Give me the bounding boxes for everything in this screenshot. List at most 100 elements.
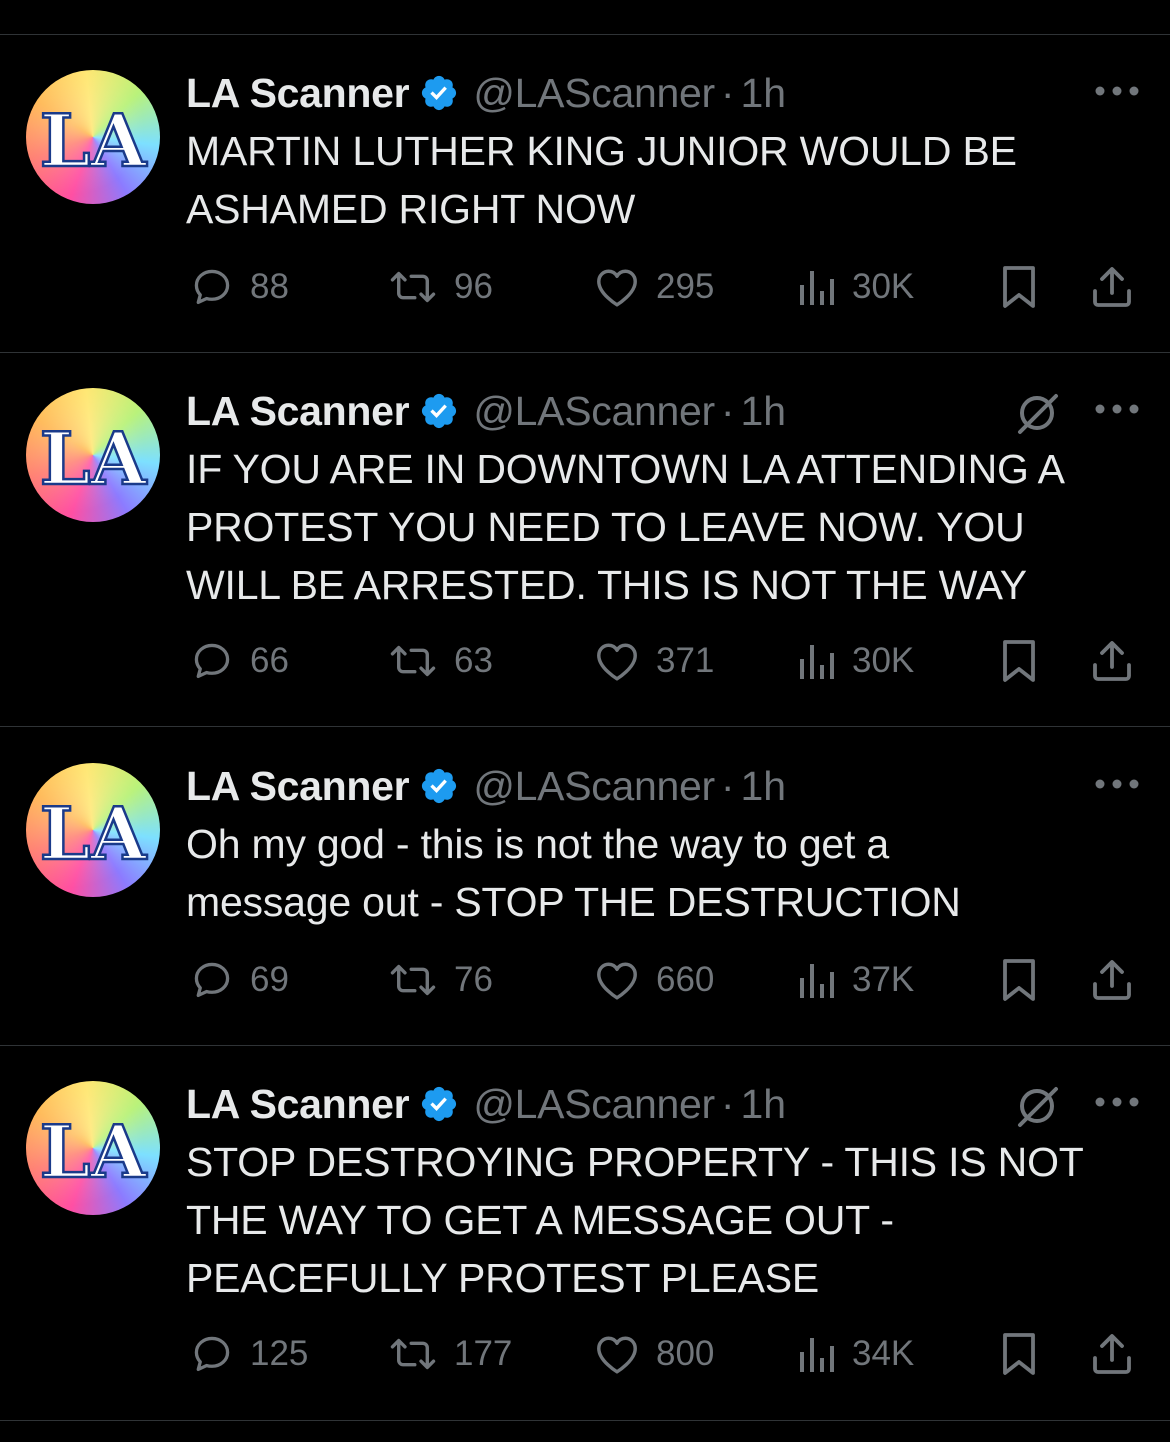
tweet-header: LA Scanner @LAScanner · 1h bbox=[186, 388, 786, 434]
views-button[interactable]: 30K bbox=[796, 262, 914, 312]
bookmark-icon bbox=[1003, 959, 1035, 1001]
like-button[interactable]: 800 bbox=[594, 1329, 714, 1379]
separator: · bbox=[720, 762, 735, 809]
bookmark-button[interactable] bbox=[1000, 955, 1038, 1005]
reply-button[interactable]: 66 bbox=[190, 636, 289, 686]
la-logo-icon: LA bbox=[39, 790, 149, 878]
svg-text:LA: LA bbox=[40, 416, 148, 501]
user-handle[interactable]: @LAScanner bbox=[473, 763, 715, 810]
reply-button[interactable]: 88 bbox=[190, 262, 289, 312]
user-handle[interactable]: @LAScanner bbox=[473, 1081, 715, 1128]
display-name[interactable]: LA Scanner bbox=[186, 1081, 410, 1128]
reply-button[interactable]: 69 bbox=[190, 955, 289, 1005]
heart-icon bbox=[597, 643, 637, 681]
grok-icon[interactable] bbox=[1012, 1081, 1062, 1131]
svg-text:LA: LA bbox=[40, 98, 148, 183]
tweet[interactable]: LA LA Scanner @LAScanner · 1h Oh my god … bbox=[0, 763, 1170, 1045]
heart-icon bbox=[597, 1336, 637, 1374]
verified-badge-icon bbox=[422, 768, 457, 804]
la-logo-icon: LA bbox=[39, 97, 149, 185]
like-count: 660 bbox=[656, 960, 715, 999]
share-icon bbox=[1093, 641, 1131, 681]
more-options-icon[interactable] bbox=[1094, 777, 1140, 791]
heart-icon bbox=[597, 269, 637, 307]
retweet-icon bbox=[390, 271, 436, 303]
reply-button[interactable]: 125 bbox=[190, 1329, 308, 1379]
display-name[interactable]: LA Scanner bbox=[186, 388, 410, 435]
verified-badge-icon bbox=[422, 75, 457, 111]
retweet-button[interactable]: 76 bbox=[388, 955, 493, 1005]
svg-text:LA: LA bbox=[40, 791, 148, 876]
divider bbox=[0, 726, 1170, 727]
more-options-icon[interactable] bbox=[1094, 402, 1140, 416]
separator: · bbox=[720, 387, 735, 434]
timestamp[interactable]: 1h bbox=[740, 763, 786, 810]
bookmark-icon bbox=[1003, 266, 1035, 308]
action-bar: 66 63 371 30K bbox=[186, 636, 1146, 686]
tweet-text: STOP DESTROYING PROPERTY - THIS IS NOT T… bbox=[186, 1139, 1084, 1301]
heart-icon bbox=[597, 962, 637, 1000]
bookmark-icon bbox=[1003, 1333, 1035, 1375]
user-handle[interactable]: @LAScanner bbox=[473, 70, 715, 117]
timeline-feed: LA LA Scanner @LAScanner · 1h MARTIN LUT… bbox=[0, 0, 1170, 1442]
timestamp[interactable]: 1h bbox=[740, 1081, 786, 1128]
reply-count: 69 bbox=[250, 960, 289, 999]
like-button[interactable]: 371 bbox=[594, 636, 714, 686]
more-options-icon[interactable] bbox=[1094, 84, 1140, 98]
bookmark-button[interactable] bbox=[1000, 1329, 1038, 1379]
divider bbox=[0, 34, 1170, 35]
reply-count: 88 bbox=[250, 267, 289, 306]
tweet-header: LA Scanner @LAScanner · 1h bbox=[186, 70, 786, 116]
user-handle[interactable]: @LAScanner bbox=[473, 388, 715, 435]
verified-badge-icon bbox=[422, 1086, 457, 1122]
reply-icon bbox=[194, 962, 230, 998]
avatar[interactable]: LA bbox=[26, 763, 160, 897]
display-name[interactable]: LA Scanner bbox=[186, 763, 410, 810]
bookmark-button[interactable] bbox=[1000, 636, 1038, 686]
reply-icon bbox=[194, 269, 230, 305]
view-count: 37K bbox=[852, 960, 915, 999]
like-button[interactable]: 660 bbox=[594, 955, 714, 1005]
timestamp[interactable]: 1h bbox=[740, 70, 786, 117]
action-bar: 88 96 295 30K bbox=[186, 262, 1146, 312]
share-icon bbox=[1093, 960, 1131, 1000]
bookmark-button[interactable] bbox=[1000, 262, 1038, 312]
share-button[interactable] bbox=[1090, 955, 1134, 1005]
like-button[interactable]: 295 bbox=[594, 262, 714, 312]
retweet-button[interactable]: 96 bbox=[388, 262, 493, 312]
avatar[interactable]: LA bbox=[26, 70, 160, 204]
views-icon bbox=[800, 645, 834, 679]
retweet-count: 76 bbox=[454, 960, 493, 999]
avatar[interactable]: LA bbox=[26, 388, 160, 522]
tweet[interactable]: LA LA Scanner @LAScanner · 1h STOP DESTR… bbox=[0, 1081, 1170, 1421]
reply-count: 66 bbox=[250, 641, 289, 680]
separator: · bbox=[720, 1080, 735, 1127]
tweet[interactable]: LA LA Scanner @LAScanner · 1h MARTIN LUT… bbox=[0, 70, 1170, 352]
views-icon bbox=[800, 271, 834, 305]
views-button[interactable]: 34K bbox=[796, 1329, 914, 1379]
views-button[interactable]: 30K bbox=[796, 636, 914, 686]
more-options-icon[interactable] bbox=[1094, 1095, 1140, 1109]
view-count: 30K bbox=[852, 267, 915, 306]
action-bar: 125 177 800 34K bbox=[186, 1329, 1146, 1379]
grok-icon[interactable] bbox=[1012, 388, 1062, 438]
like-count: 800 bbox=[656, 1334, 715, 1373]
views-button[interactable]: 37K bbox=[796, 955, 914, 1005]
share-icon bbox=[1093, 267, 1131, 307]
divider bbox=[0, 1420, 1170, 1421]
display-name[interactable]: LA Scanner bbox=[186, 70, 410, 117]
tweet[interactable]: LA LA Scanner @LAScanner · 1h IF YOU ARE… bbox=[0, 388, 1170, 726]
bookmark-icon bbox=[1003, 640, 1035, 682]
retweet-button[interactable]: 63 bbox=[388, 636, 493, 686]
tweet-text: Oh my god - this is not the way to get a… bbox=[186, 821, 961, 925]
view-count: 34K bbox=[852, 1334, 915, 1373]
timestamp[interactable]: 1h bbox=[740, 388, 786, 435]
share-button[interactable] bbox=[1090, 262, 1134, 312]
avatar[interactable]: LA bbox=[26, 1081, 160, 1215]
retweet-button[interactable]: 177 bbox=[388, 1329, 512, 1379]
share-button[interactable] bbox=[1090, 636, 1134, 686]
tweet-header: LA Scanner @LAScanner · 1h bbox=[186, 1081, 786, 1127]
like-count: 295 bbox=[656, 267, 715, 306]
share-button[interactable] bbox=[1090, 1329, 1134, 1379]
reply-count: 125 bbox=[250, 1334, 309, 1373]
